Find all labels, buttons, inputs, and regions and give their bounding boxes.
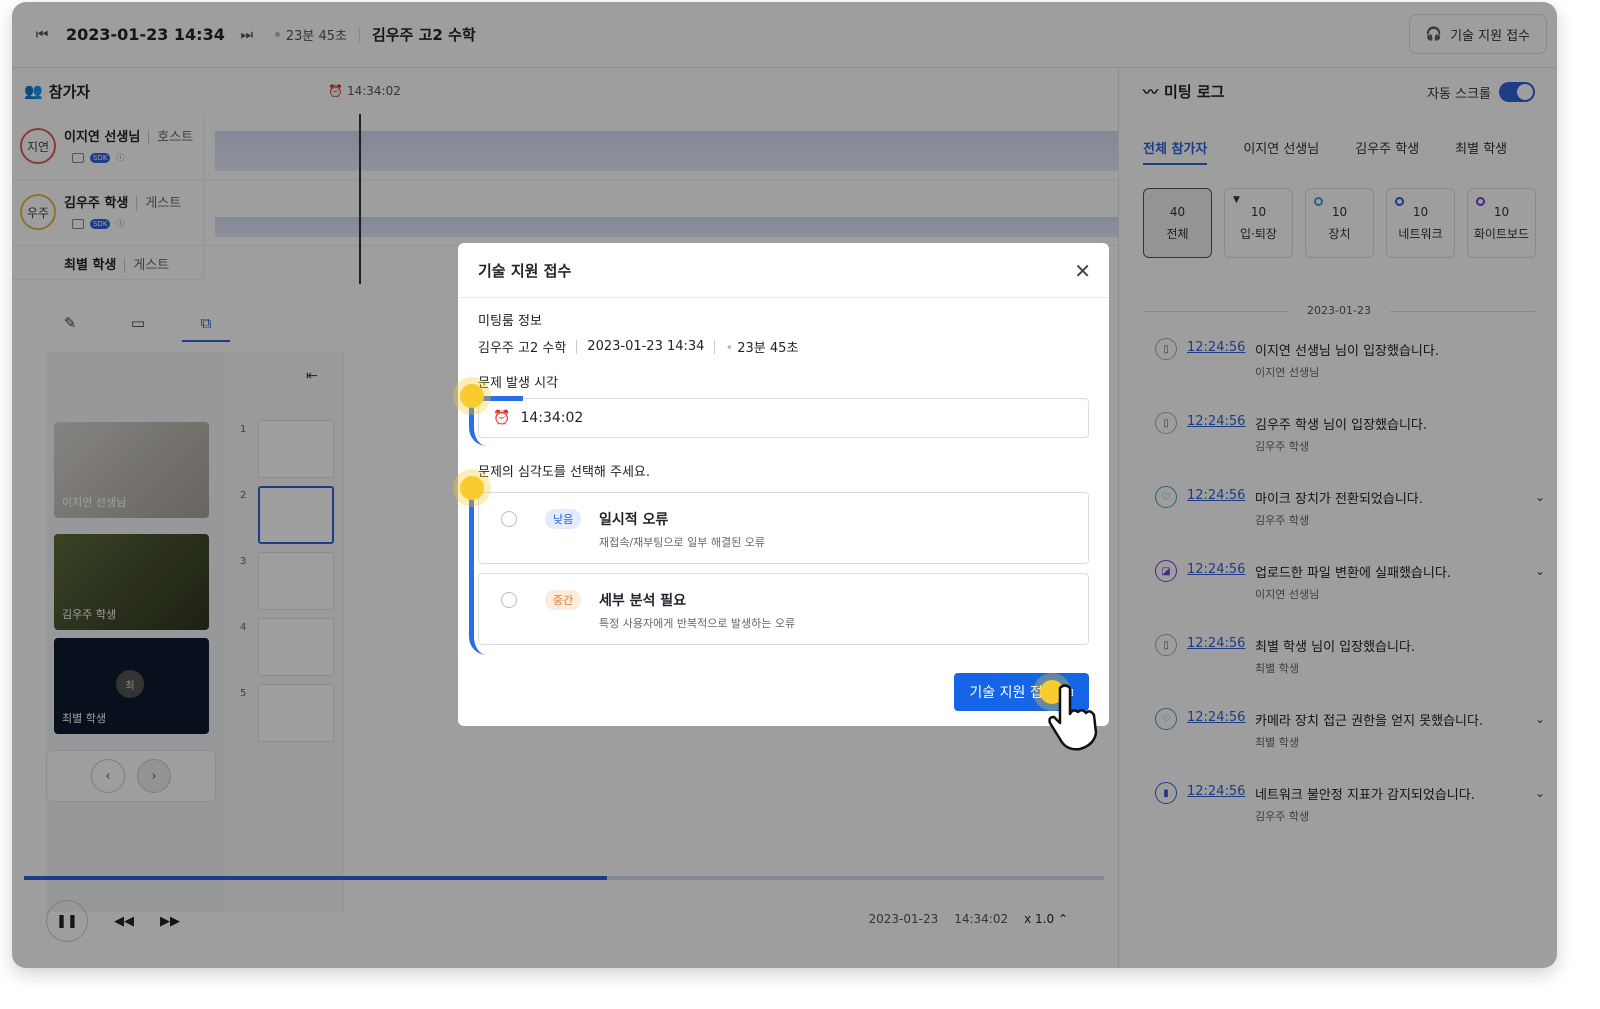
room-info: 김우주 고2 수학 2023-01-23 14:34 23분 45초 — [478, 337, 798, 356]
severity-option-medium[interactable]: 중간 세부 분석 필요 특정 사용자에게 반복적으로 발생하는 오류 — [478, 573, 1089, 645]
tech-support-modal: 기술 지원 접수 ✕ 미팅룸 정보 김우주 고2 수학 2023-01-23 1… — [458, 243, 1109, 726]
hand-cursor-icon — [1048, 684, 1098, 751]
severity-option-low[interactable]: 낮음 일시적 오류 재접속/재부팅으로 일부 해결된 오류 — [478, 492, 1089, 564]
severity-label: 문제의 심각도를 선택해 주세요. — [478, 465, 651, 480]
highlight-marker — [460, 384, 484, 408]
guide-line — [469, 487, 523, 655]
issue-time-field[interactable]: ⏰ 14:34:02 — [478, 398, 1089, 438]
severity-badge: 중간 — [545, 590, 582, 610]
close-icon[interactable]: ✕ — [1074, 259, 1091, 283]
divider — [576, 339, 578, 354]
issue-time-label: 문제 발생 시각 — [478, 376, 559, 391]
room-info-label: 미팅룸 정보 — [478, 314, 542, 329]
modal-title: 기술 지원 접수 — [458, 243, 1109, 298]
severity-badge: 낮음 — [545, 509, 582, 529]
highlight-marker — [460, 476, 484, 500]
divider — [714, 339, 716, 354]
